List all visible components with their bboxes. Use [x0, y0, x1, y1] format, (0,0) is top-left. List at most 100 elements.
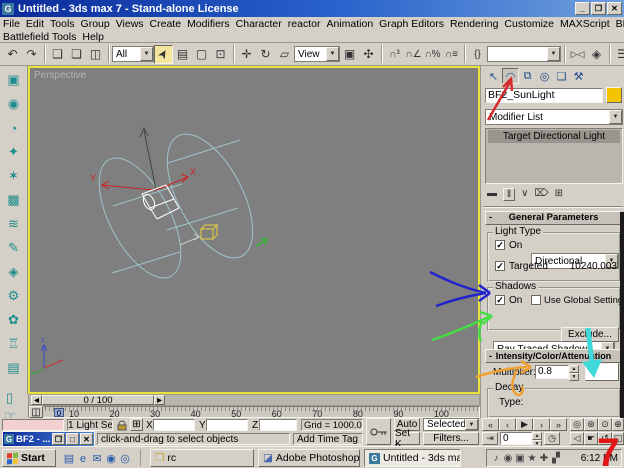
min-max-toggle-icon[interactable]: ◱: [612, 432, 624, 445]
start-button[interactable]: Start: [2, 449, 56, 467]
minimize-button[interactable]: _: [575, 2, 590, 15]
reference-coordinate-dropdown[interactable]: View▼: [294, 46, 340, 62]
left-toolbar-icon[interactable]: ✶: [3, 164, 25, 188]
absolute-mode-toggle-icon[interactable]: ⊞: [130, 418, 143, 431]
general-parameters-rollout[interactable]: -General Parameters: [485, 211, 622, 225]
filters-button[interactable]: Filters...: [423, 432, 479, 445]
show-end-result-icon[interactable]: ‖: [503, 188, 515, 201]
menu-item[interactable]: File: [0, 18, 23, 30]
select-and-link-icon[interactable]: ❑: [48, 45, 67, 64]
edit-named-selections-icon[interactable]: {}: [468, 45, 487, 64]
x-coord-field[interactable]: [153, 419, 195, 431]
select-and-manipulate-icon[interactable]: ✣: [359, 45, 378, 64]
remove-modifier-icon[interactable]: ⌦: [534, 188, 548, 201]
object-name-field[interactable]: BF2_SunLight: [485, 88, 603, 103]
mini-curve-editor-icon[interactable]: ◫: [29, 406, 43, 418]
quicklaunch-icon[interactable]: ◉: [104, 452, 118, 465]
go-to-end-frame-icon[interactable]: ⇥: [482, 432, 498, 445]
multiplier-field[interactable]: 0.8: [535, 365, 569, 379]
exclude-button[interactable]: Exclude...: [561, 327, 619, 342]
previous-frame-icon[interactable]: ‹: [499, 418, 516, 431]
perspective-viewport[interactable]: X Y z Perspective: [28, 66, 480, 394]
next-frame-icon[interactable]: ›: [533, 418, 550, 431]
menu-item[interactable]: Modifiers: [184, 18, 233, 30]
redo-icon[interactable]: ↷: [22, 45, 41, 64]
spinner-down-icon[interactable]: ▼: [569, 373, 579, 381]
add-time-tag[interactable]: Add Time Tag: [293, 433, 363, 445]
frame-spinner[interactable]: ▲▼: [532, 432, 542, 445]
track-bar-frame-marker[interactable]: 0: [54, 408, 64, 417]
menu-item[interactable]: BF2: [613, 18, 624, 30]
light-source-gizmo[interactable]: [141, 185, 179, 219]
unlink-selection-icon[interactable]: ❏: [67, 45, 86, 64]
chevron-down-icon[interactable]: ▼: [326, 47, 339, 61]
menu-item[interactable]: Tools: [47, 18, 78, 30]
use-global-settings-checkbox[interactable]: [531, 295, 541, 305]
window-crossing-icon[interactable]: ⊡: [211, 45, 230, 64]
menu-item[interactable]: Edit: [23, 18, 47, 30]
chevron-down-icon[interactable]: ▼: [465, 419, 478, 430]
bf2-floating-window[interactable]: G BF2 - ... ❐ □ ✕: [2, 431, 95, 447]
y-coord-field[interactable]: [206, 419, 248, 431]
snap-toggle-icon[interactable]: ∩³: [385, 45, 404, 64]
align-icon[interactable]: ◈: [587, 45, 606, 64]
spinner-snap-icon[interactable]: ∩≡: [442, 45, 461, 64]
selection-lock-icon[interactable]: [116, 420, 128, 431]
bf2-restore-icon[interactable]: ❐: [52, 433, 65, 445]
menu-item[interactable]: Group: [78, 18, 113, 30]
time-slider[interactable]: ◂ 0 / 100 ▸: [28, 394, 480, 406]
menu-item[interactable]: Graph Editors: [376, 18, 447, 30]
set-key-mode-button[interactable]: [366, 418, 391, 445]
selection-filter-dropdown[interactable]: All▼: [112, 46, 154, 62]
set-key-button[interactable]: Set K.: [394, 432, 420, 445]
menu-item[interactable]: Battlefield Tools: [0, 31, 79, 43]
quicklaunch-icon[interactable]: ▤: [62, 452, 76, 465]
left-toolbar-icon[interactable]: ◈: [3, 260, 25, 284]
go-to-start-icon[interactable]: «: [482, 418, 499, 431]
tab-create-icon[interactable]: ↖: [485, 68, 502, 84]
quicklaunch-icon[interactable]: ◎: [118, 452, 132, 465]
targeted-checkbox[interactable]: ✓: [495, 261, 505, 271]
undo-icon[interactable]: ↶: [3, 45, 22, 64]
arc-rotate-icon[interactable]: ↺: [598, 432, 612, 445]
tab-motion-icon[interactable]: ◎: [536, 68, 553, 84]
track-bar[interactable]: 0 102030405060708090100: [28, 406, 480, 418]
green-helper-object[interactable]: [256, 239, 267, 246]
left-toolbar-icon[interactable]: ▤: [3, 356, 25, 380]
titlebar[interactable]: G Untitled - 3ds max 7 - Stand-alone Lic…: [0, 0, 624, 17]
left-toolbar-icon[interactable]: ▩: [3, 188, 25, 212]
time-slider-handle[interactable]: 0 / 100: [42, 395, 154, 405]
close-button[interactable]: ✕: [607, 2, 622, 15]
intensity-rollout[interactable]: -Intensity/Color/Attenuation: [485, 349, 622, 363]
tray-icon[interactable]: ★: [526, 453, 538, 464]
tray-icon[interactable]: ◉: [502, 453, 514, 464]
taskbar-button-rc[interactable]: ❒ rc: [150, 449, 254, 467]
light-on-checkbox[interactable]: ✓: [495, 240, 505, 250]
trash-icon[interactable]: ▯: [6, 390, 13, 406]
bf2-maximize-icon[interactable]: □: [66, 433, 79, 445]
menu-item[interactable]: Rendering: [447, 18, 501, 30]
tab-utilities-icon[interactable]: ⚒: [570, 68, 587, 84]
layer-manager-icon[interactable]: ☰: [613, 45, 624, 64]
tray-icon[interactable]: ✚: [538, 453, 550, 464]
menu-item[interactable]: Views: [113, 18, 147, 30]
zoom-all-icon[interactable]: ⊛: [584, 418, 598, 431]
taskbar-button-3dsmax[interactable]: G Untitled - 3ds ma...: [364, 449, 461, 467]
left-toolbar-icon[interactable]: ≋: [3, 212, 25, 236]
field-of-view-icon[interactable]: ◁: [570, 432, 584, 445]
menu-item[interactable]: MAXScript: [557, 18, 613, 30]
select-by-name-icon[interactable]: ▤: [173, 45, 192, 64]
configure-modifier-sets-icon[interactable]: ⊞: [555, 188, 563, 201]
menu-item[interactable]: reactor: [285, 18, 324, 30]
left-toolbar-icon[interactable]: ⚙: [3, 284, 25, 308]
left-toolbar-icon[interactable]: ✿: [3, 308, 25, 332]
quicklaunch-icon[interactable]: ✉: [90, 452, 104, 465]
bf2-close-icon[interactable]: ✕: [80, 433, 93, 445]
zoom-extents-icon[interactable]: ⊙: [598, 418, 612, 431]
time-configuration-icon[interactable]: ◷: [544, 432, 560, 445]
tab-hierarchy-icon[interactable]: ⧉: [519, 68, 536, 84]
modifier-list-dropdown[interactable]: Modifier List▼: [485, 109, 623, 125]
time-slider-left-icon[interactable]: ◂: [31, 395, 42, 405]
menu-item[interactable]: Customize: [501, 18, 557, 30]
menu-item[interactable]: Create: [147, 18, 185, 30]
